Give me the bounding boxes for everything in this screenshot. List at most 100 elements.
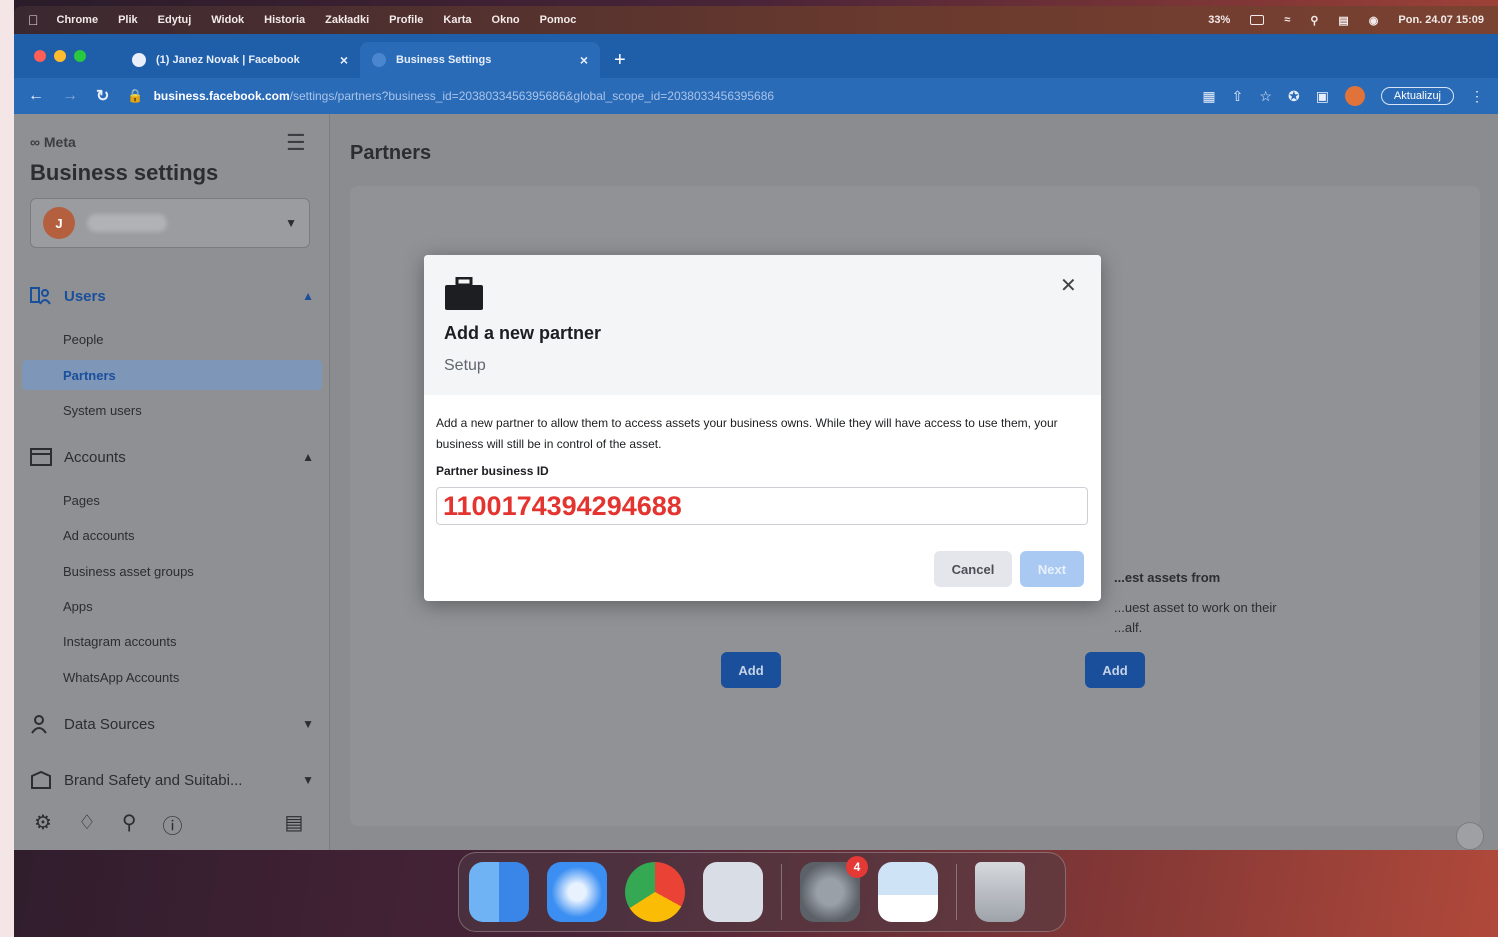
- nav-group-label: Brand Safety and Suitabi...: [64, 771, 243, 789]
- report-icon[interactable]: ▤: [285, 810, 304, 839]
- bell-icon[interactable]: ♢: [78, 810, 96, 839]
- bookmark-star-icon[interactable]: ☆: [1259, 88, 1272, 105]
- close-icon[interactable]: ✕: [1060, 273, 1077, 298]
- launchpad-icon[interactable]: [703, 862, 763, 922]
- profile-avatar[interactable]: [1344, 86, 1365, 106]
- chrome-menu-icon[interactable]: ⋮: [1470, 88, 1484, 105]
- mac-menu-bar:  Chrome Plik Edytuj Widok Historia Zakł…: [14, 6, 1498, 34]
- menu-profiles[interactable]: Profile: [389, 14, 423, 26]
- control-center-icon[interactable]: ▤: [1338, 14, 1348, 27]
- menu-file[interactable]: Plik: [118, 14, 138, 26]
- close-window-button[interactable]: [34, 50, 46, 62]
- spotlight-search-icon[interactable]: ⚲: [1310, 14, 1318, 27]
- meta-favicon-icon: [372, 53, 386, 67]
- floating-help-button[interactable]: [1456, 822, 1484, 850]
- sidebar-item-ad-accounts[interactable]: Ad accounts: [63, 528, 135, 543]
- tab-business-settings[interactable]: Business Settings ×: [360, 42, 600, 78]
- right-card-desc: ...uest asset to work on their: [1114, 600, 1277, 615]
- dialog-description: Add a new partner to allow them to acces…: [436, 416, 1058, 451]
- share-icon[interactable]: ⇧: [1232, 88, 1244, 105]
- zoom-window-button[interactable]: [74, 50, 86, 62]
- add-partner-dialog: ✕ Add a new partner Setup Add a new part…: [424, 255, 1101, 601]
- battery-percent: 33%: [1208, 14, 1231, 26]
- sidebar-footer-toolbar: ⚙ ♢ ⚲ ⓘ ▤: [34, 810, 303, 839]
- menu-help[interactable]: Pomoc: [540, 14, 577, 26]
- side-panel-icon[interactable]: ▣: [1316, 88, 1329, 105]
- briefcase-icon: [444, 276, 484, 311]
- tab-facebook[interactable]: (1) Janez Novak | Facebook ×: [120, 42, 360, 78]
- right-card-title: ...est assets from: [1114, 570, 1221, 585]
- sidebar-item-people[interactable]: People: [63, 332, 103, 347]
- chevron-down-icon[interactable]: ▼: [302, 773, 314, 787]
- minimize-window-button[interactable]: [54, 50, 66, 62]
- apple-icon[interactable]: : [28, 12, 39, 28]
- translate-icon[interactable]: ▦: [1202, 88, 1215, 105]
- wifi-icon[interactable]: ≈: [1284, 14, 1290, 26]
- search-icon[interactable]: ⚲: [122, 810, 137, 839]
- business-avatar: J: [43, 207, 75, 239]
- partner-business-id-input[interactable]: [436, 487, 1088, 525]
- sidebar-item-apps[interactable]: Apps: [63, 599, 93, 614]
- nav-group-accounts[interactable]: Accounts ▲: [30, 447, 314, 467]
- next-button[interactable]: Next: [1020, 551, 1084, 587]
- sidebar: ∞ Meta ☰ Business settings J ▼ Users ▲ P…: [14, 114, 330, 850]
- add-share-button[interactable]: Add: [721, 652, 781, 688]
- nav-group-users[interactable]: Users ▲: [30, 286, 314, 306]
- sidebar-item-system-users[interactable]: System users: [63, 403, 142, 418]
- gear-icon[interactable]: ⚙: [34, 810, 52, 839]
- forward-icon[interactable]: →: [62, 87, 78, 105]
- facebook-favicon-icon: [132, 53, 146, 67]
- menu-tab[interactable]: Karta: [443, 14, 471, 26]
- meta-logo-text: Meta: [43, 134, 76, 150]
- tab-strip: (1) Janez Novak | Facebook × Business Se…: [14, 34, 1498, 78]
- menu-app-name[interactable]: Chrome: [57, 14, 99, 26]
- extensions-icon[interactable]: ✪: [1288, 88, 1300, 105]
- sidebar-item-pages[interactable]: Pages: [63, 493, 100, 508]
- cancel-button[interactable]: Cancel: [934, 551, 1012, 587]
- siri-icon[interactable]: ◉: [1369, 14, 1379, 27]
- url-field[interactable]: business.facebook.com/settings/partners?…: [154, 89, 774, 103]
- lock-icon[interactable]: 🔒: [127, 88, 143, 104]
- trash-icon[interactable]: [975, 862, 1025, 922]
- sidebar-item-business-asset-groups[interactable]: Business asset groups: [63, 564, 194, 579]
- menu-bookmarks[interactable]: Zakładki: [325, 14, 369, 26]
- chevron-up-icon[interactable]: ▲: [302, 289, 314, 303]
- chevron-down-icon[interactable]: ▼: [302, 717, 314, 731]
- finder-icon[interactable]: [469, 862, 529, 922]
- back-icon[interactable]: ←: [28, 87, 44, 105]
- caret-down-icon: ▼: [285, 216, 297, 230]
- battery-icon[interactable]: [1250, 15, 1265, 25]
- nav-group-label: Data Sources: [64, 715, 155, 733]
- reload-icon[interactable]: ↻: [96, 86, 109, 106]
- safari-icon[interactable]: [547, 862, 607, 922]
- sidebar-item-partners[interactable]: Partners: [22, 360, 322, 390]
- nav-group-brand-safety[interactable]: Brand Safety and Suitabi... ▼: [30, 770, 314, 790]
- business-selector[interactable]: J ▼: [30, 198, 310, 248]
- help-icon[interactable]: ⓘ: [163, 810, 183, 839]
- sidebar-item-whatsapp-accounts[interactable]: WhatsApp Accounts: [63, 670, 179, 685]
- hamburger-menu-icon[interactable]: ☰: [286, 130, 306, 156]
- menu-view[interactable]: Widok: [211, 14, 244, 26]
- update-chrome-button[interactable]: Aktualizuj: [1380, 87, 1454, 105]
- menu-window[interactable]: Okno: [492, 14, 520, 26]
- close-tab-icon[interactable]: ×: [340, 52, 348, 68]
- nav-group-label: Accounts: [64, 448, 126, 466]
- infinity-icon: ∞: [30, 134, 40, 150]
- partner-id-label: Partner business ID: [436, 464, 549, 478]
- system-settings-icon[interactable]: 4: [800, 856, 868, 922]
- menu-history[interactable]: Historia: [264, 14, 305, 26]
- new-tab-button[interactable]: +: [600, 42, 640, 78]
- dialog-header: ✕ Add a new partner Setup: [424, 255, 1101, 395]
- chevron-up-icon[interactable]: ▲: [302, 450, 314, 464]
- menu-datetime[interactable]: Pon. 24.07 15:09: [1398, 14, 1484, 26]
- address-bar: ← → ↻ 🔒 business.facebook.com/settings/p…: [14, 78, 1498, 114]
- nav-group-label: Users: [64, 287, 106, 305]
- close-tab-icon[interactable]: ×: [580, 52, 588, 68]
- add-request-button[interactable]: Add: [1085, 652, 1145, 688]
- menu-edit[interactable]: Edytuj: [158, 14, 192, 26]
- preview-icon[interactable]: [878, 862, 938, 922]
- nav-group-data-sources[interactable]: Data Sources ▼: [30, 714, 314, 734]
- sidebar-item-instagram-accounts[interactable]: Instagram accounts: [63, 634, 176, 649]
- chrome-icon[interactable]: [625, 862, 685, 922]
- dock-separator: [781, 864, 782, 920]
